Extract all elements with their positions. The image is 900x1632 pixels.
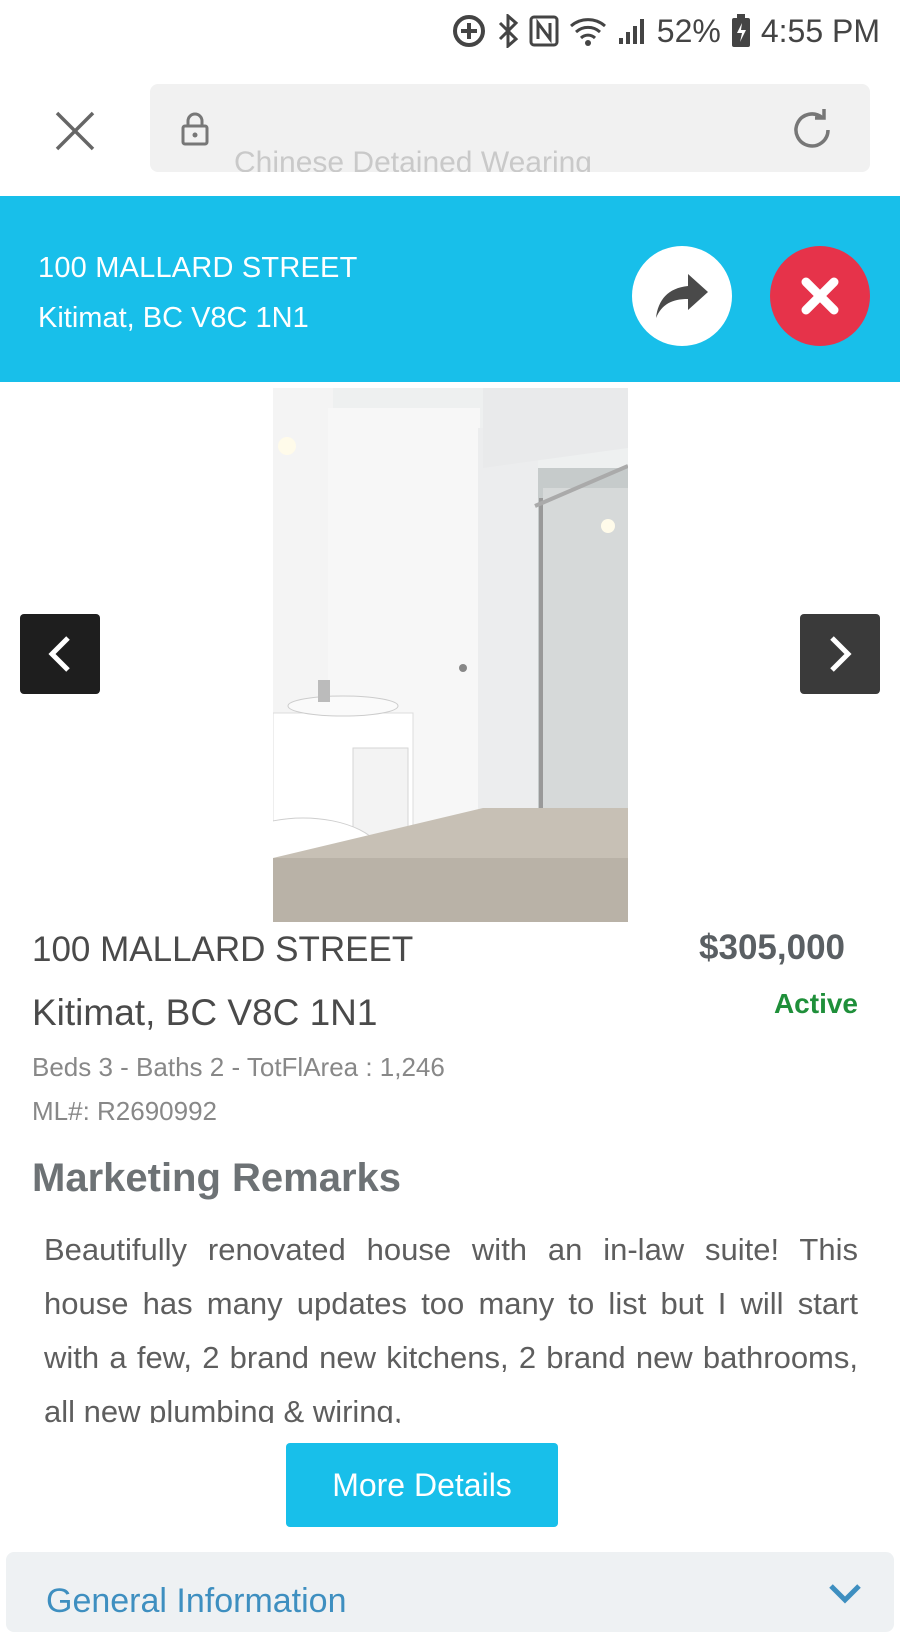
listing-city: Kitimat, BC V8C 1N1 [32, 992, 378, 1033]
header-city: Kitimat, BC V8C 1N1 [38, 302, 309, 334]
status-badge: Active [773, 988, 858, 1019]
reload-icon[interactable] [788, 106, 836, 158]
header-street: 100 MALLARD STREET [38, 252, 358, 284]
remarks-heading: Marketing Remarks [32, 1156, 402, 1200]
share-arrow-icon [656, 274, 708, 318]
data-saver-icon [451, 11, 487, 51]
status-bar: 52% 4:55 PM [0, 0, 900, 62]
close-icon[interactable] [50, 106, 100, 156]
close-x-icon [801, 277, 839, 315]
chevron-right-icon [830, 636, 852, 672]
listing-header: 100 MALLARD STREET Kitimat, BC V8C 1N1 [0, 196, 900, 382]
browser-toolbar: Chinese Detained Wearing [0, 62, 900, 197]
clock: 4:55 PM [760, 12, 880, 49]
listing-photo [273, 388, 628, 922]
signal-icon [617, 11, 647, 51]
battery-charging-icon [731, 11, 751, 51]
general-information-panel[interactable]: General Information [6, 1552, 894, 1632]
address-bar[interactable]: Chinese Detained Wearing [150, 84, 870, 172]
listing-price: $305,000 [699, 928, 845, 967]
chevron-down-icon [828, 1582, 862, 1610]
previous-photo-button[interactable] [20, 614, 100, 694]
mls-number: ML#: R2690992 [32, 1096, 218, 1126]
wifi-icon [569, 11, 607, 51]
listing-street: 100 MALLARD STREET [32, 930, 414, 969]
next-photo-button[interactable] [800, 614, 880, 694]
dismiss-button[interactable] [770, 246, 870, 346]
general-information-title: General Information [46, 1582, 347, 1620]
listing-specs: Beds 3 - Baths 2 - TotFlArea : 1,246 [32, 1052, 445, 1082]
battery-percent: 52% [656, 12, 721, 49]
chevron-left-icon [48, 636, 70, 672]
url-text: Chinese Detained Wearing [234, 146, 592, 172]
share-button[interactable] [632, 246, 732, 346]
remarks-text: Beautifully renovated house with an in-l… [44, 1232, 858, 1423]
bluetooth-icon [497, 11, 519, 51]
more-details-button[interactable]: More Details [286, 1443, 558, 1527]
nfc-icon [529, 11, 559, 51]
photo-carousel [0, 382, 900, 922]
lock-icon [180, 112, 210, 150]
